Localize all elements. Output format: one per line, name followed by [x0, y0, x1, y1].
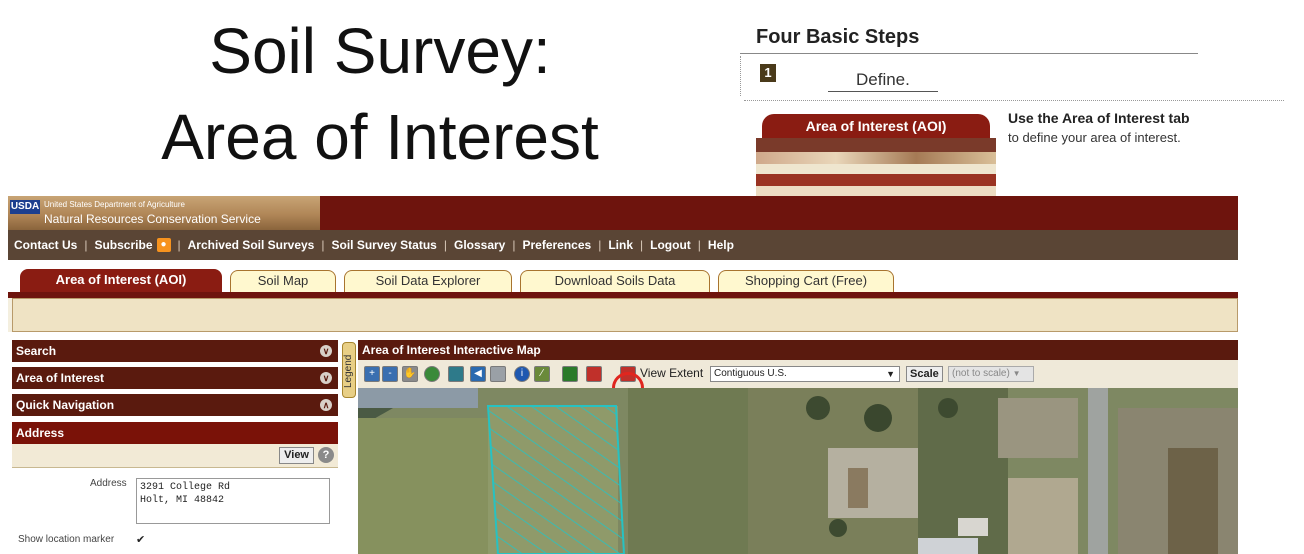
map-panel: Area of Interest Interactive Map + - ✋ ◀…	[358, 340, 1238, 554]
steps-dotted-divider	[744, 100, 1284, 101]
legend-toggle[interactable]: Legend	[342, 342, 356, 398]
address-actions-row: View ?	[12, 444, 338, 468]
scale-value: (not to scale)	[952, 368, 1010, 379]
agency-name-small: United States Department of Agriculture	[44, 200, 185, 209]
chevron-up-icon[interactable]: ∧	[320, 399, 332, 411]
pan-hand-icon[interactable]: ✋	[402, 366, 418, 382]
location-marker-label: Show location marker	[18, 534, 115, 545]
nav-archived-soil-surveys[interactable]: Archived Soil Surveys	[188, 238, 315, 252]
step-label: Define.	[856, 70, 910, 89]
main-tabs: Area of Interest (AOI) Soil Map Soil Dat…	[8, 260, 1238, 292]
nav-contact-us[interactable]: Contact Us	[14, 238, 77, 252]
print-icon[interactable]	[562, 366, 578, 382]
site-banner: USDA United States Department of Agricul…	[8, 196, 1238, 230]
view-button[interactable]: View	[279, 447, 314, 464]
nav-separator: |	[177, 238, 181, 252]
usda-banner-image: USDA United States Department of Agricul…	[8, 196, 320, 230]
globe-icon[interactable]	[424, 366, 440, 382]
tab-shopping-cart[interactable]: Shopping Cart (Free)	[718, 270, 894, 292]
aoi-hint-text: to define your area of interest.	[1008, 130, 1181, 145]
tab-soil-map[interactable]: Soil Map	[230, 270, 336, 292]
thumbnail-strip	[756, 164, 996, 174]
thumbnail-strip	[756, 152, 996, 164]
agency-name: Natural Resources Conservation Service	[44, 212, 261, 226]
accordion-aoi-label: Area of Interest	[16, 371, 105, 385]
accordion-quick-nav-label: Quick Navigation	[16, 398, 115, 412]
tab-download-soils-data[interactable]: Download Soils Data	[520, 270, 710, 292]
forward-arrow-icon[interactable]	[490, 366, 506, 382]
nav-separator: |	[443, 238, 447, 252]
aoi-polygon[interactable]	[486, 405, 626, 554]
accordion-search-label: Search	[16, 344, 57, 358]
nav-soil-survey-status[interactable]: Soil Survey Status	[331, 238, 436, 252]
tab-area-of-interest[interactable]: Area of Interest (AOI)	[20, 269, 222, 292]
nav-separator: |	[321, 238, 325, 252]
slide-title-line2: Area of Interest	[161, 101, 599, 173]
chevron-down-icon[interactable]: ∨	[320, 345, 332, 357]
web-soil-survey-app: USDA United States Department of Agricul…	[8, 196, 1238, 554]
nav-separator: |	[697, 238, 701, 252]
step-number-badge: 1	[760, 64, 776, 82]
nav-subscribe[interactable]: Subscribe	[94, 238, 152, 252]
tab-soil-data-explorer[interactable]: Soil Data Explorer	[344, 270, 512, 292]
aoi-rectangle-icon[interactable]	[586, 366, 602, 382]
view-extent-value: Contiguous U.S.	[714, 368, 787, 379]
address-input[interactable]: 3291 College Rd Holt, MI 48842	[136, 478, 330, 524]
nav-separator: |	[84, 238, 88, 252]
aoi-import-icon[interactable]	[448, 366, 464, 382]
nav-link[interactable]: Link	[608, 238, 633, 252]
thumbnail-strip	[756, 174, 996, 186]
slide-title-line1: Soil Survey:	[209, 15, 551, 87]
thumbnail-strip	[756, 138, 996, 152]
map-toolbar: + - ✋ ◀ i ∕ View Extent Contiguous U.S.	[358, 360, 1238, 404]
aoi-hint-heading: Use the Area of Interest tab	[1008, 110, 1190, 126]
scale-select[interactable]: (not to scale) ▼	[948, 366, 1034, 382]
measure-icon[interactable]: ∕	[534, 366, 550, 382]
view-extent-label: View Extent	[640, 366, 704, 380]
slide: Soil Survey: Area of Interest Four Basic…	[0, 0, 1304, 554]
aerial-map-image	[358, 388, 1238, 554]
zoom-out-icon[interactable]: -	[382, 366, 398, 382]
usda-logo[interactable]: USDA	[10, 200, 40, 214]
steps-dotted-guide	[740, 56, 741, 96]
chevron-down-icon[interactable]: ∨	[320, 372, 332, 384]
rss-icon[interactable]: ●	[156, 238, 171, 252]
nav-separator: |	[640, 238, 644, 252]
aoi-content: Search ∨ Area of Interest ∨ Quick Naviga…	[8, 332, 1238, 554]
sidebar: Search ∨ Area of Interest ∨ Quick Naviga…	[12, 340, 338, 554]
steps-divider	[740, 53, 1198, 54]
chevron-down-icon: ▼	[1012, 369, 1021, 378]
address-field-label: Address	[90, 478, 127, 489]
view-extent-select[interactable]: Contiguous U.S. ▼	[710, 366, 900, 382]
accordion-quick-navigation[interactable]: Quick Navigation ∧	[12, 394, 338, 416]
accordion-search[interactable]: Search ∨	[12, 340, 338, 362]
top-nav: Contact Us | Subscribe ● | Archived Soil…	[8, 230, 1238, 260]
mini-aoi-tab: Area of Interest (AOI)	[762, 114, 990, 138]
chevron-down-icon[interactable]: ▼	[886, 367, 895, 381]
info-icon[interactable]: i	[514, 366, 530, 382]
address-section-header[interactable]: Address	[12, 422, 338, 444]
nav-help[interactable]: Help	[708, 238, 734, 252]
help-icon[interactable]: ?	[318, 447, 334, 463]
nav-separator: |	[512, 238, 516, 252]
step-underline	[828, 91, 938, 92]
location-marker-checkbox[interactable]: ✔	[136, 534, 148, 546]
legend-label: Legend	[343, 354, 354, 388]
steps-heading: Four Basic Steps	[756, 26, 920, 48]
nav-separator: |	[598, 238, 602, 252]
map-panel-header: Area of Interest Interactive Map	[358, 340, 1238, 360]
four-basic-steps-panel: Four Basic Steps 1 Define. Area of Inter…	[740, 20, 1300, 200]
zoom-in-icon[interactable]: +	[364, 366, 380, 382]
slide-title: Soil Survey: Area of Interest	[100, 8, 660, 180]
scale-button[interactable]: Scale	[906, 366, 943, 382]
back-arrow-icon[interactable]: ◀	[470, 366, 486, 382]
nav-logout[interactable]: Logout	[650, 238, 691, 252]
aoi-tab-thumbnail: Area of Interest (AOI)	[756, 106, 996, 200]
nav-preferences[interactable]: Preferences	[522, 238, 591, 252]
aerial-map[interactable]	[358, 388, 1238, 554]
message-bar	[12, 298, 1238, 332]
accordion-area-of-interest[interactable]: Area of Interest ∨	[12, 367, 338, 389]
nav-glossary[interactable]: Glossary	[454, 238, 505, 252]
